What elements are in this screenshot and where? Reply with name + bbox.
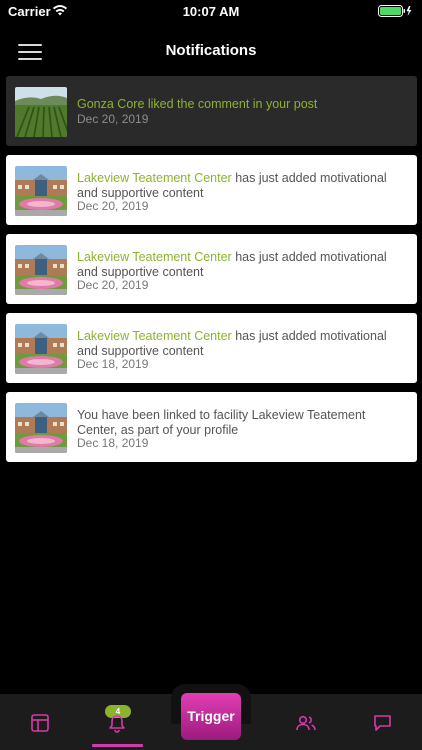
battery-icon <box>378 5 412 17</box>
notification-thumbnail <box>15 403 67 453</box>
notification-message: Gonza Core liked the comment in your pos… <box>77 97 399 112</box>
tab-messages[interactable] <box>352 694 412 750</box>
notification-date: Dec 18, 2019 <box>77 357 149 371</box>
notification-item[interactable]: Lakeview Teatement Center has just added… <box>6 155 417 225</box>
notification-item[interactable]: You have been linked to facility Lakevie… <box>6 392 417 462</box>
notification-thumbnail <box>15 245 67 295</box>
tab-people[interactable] <box>275 694 335 750</box>
trigger-button[interactable]: Trigger <box>181 693 241 740</box>
notification-actor: Lakeview Teatement Center <box>77 329 232 343</box>
notification-actor: Lakeview Teatement Center <box>77 250 232 264</box>
notification-item[interactable]: Lakeview Teatement Center has just added… <box>6 234 417 304</box>
chat-icon <box>374 715 391 731</box>
navigation-bar: Notifications <box>0 24 422 76</box>
notification-message: Lakeview Teatement Center has just added… <box>77 329 399 358</box>
notification-item[interactable]: Lakeview Teatement Center has just added… <box>6 313 417 383</box>
notification-message: Lakeview Teatement Center has just added… <box>77 171 399 200</box>
notification-date: Dec 20, 2019 <box>77 112 149 126</box>
tab-dashboard[interactable] <box>10 694 70 750</box>
dashboard-icon <box>31 714 49 732</box>
notification-thumbnail <box>15 87 67 137</box>
notification-date: Dec 20, 2019 <box>77 199 149 213</box>
notification-message: You have been linked to facility Lakevie… <box>77 408 399 437</box>
notification-thumbnail <box>15 324 67 374</box>
people-icon <box>296 715 316 731</box>
active-tab-indicator <box>92 744 143 747</box>
status-time: 10:07 AM <box>182 4 240 19</box>
page-title: Notifications <box>165 42 257 59</box>
notification-message: Lakeview Teatement Center has just added… <box>77 250 399 279</box>
notification-text: You have been linked to facility Lakevie… <box>77 408 366 437</box>
notification-date: Dec 20, 2019 <box>77 278 149 292</box>
bell-icon <box>109 715 125 733</box>
tab-notifications[interactable]: 4 <box>87 694 147 750</box>
notification-date: Dec 18, 2019 <box>77 436 149 450</box>
notification-item[interactable]: Gonza Core liked the comment in your pos… <box>6 76 417 146</box>
notification-thumbnail <box>15 166 67 216</box>
notification-list: Gonza Core liked the comment in your pos… <box>6 76 417 471</box>
notification-actor: Lakeview Teatement Center <box>77 171 232 185</box>
status-bar: Carrier 10:07 AM <box>0 0 422 24</box>
notification-text: Gonza Core liked the comment in your pos… <box>77 97 318 111</box>
